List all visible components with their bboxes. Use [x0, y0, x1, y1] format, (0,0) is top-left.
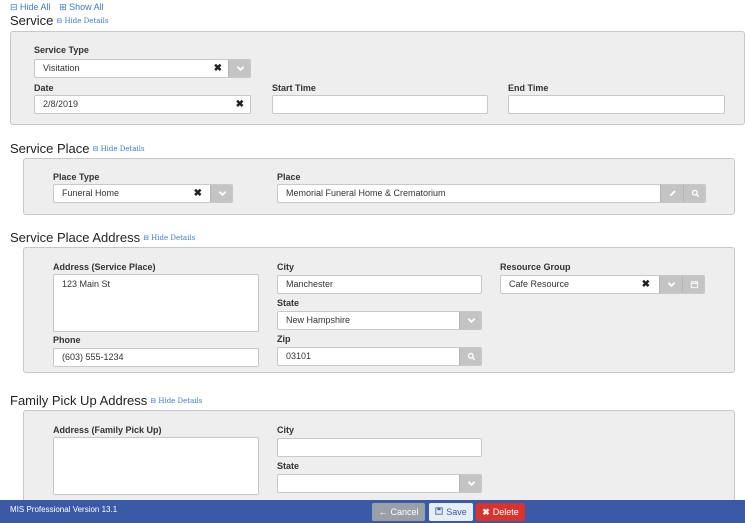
hide-all-link[interactable]: ⊟ Hide All [10, 2, 51, 12]
chevron-down-icon[interactable] [228, 60, 250, 77]
family-state-select[interactable] [277, 474, 482, 493]
end-time-field[interactable] [508, 95, 725, 114]
close-icon: ✖ [482, 506, 490, 517]
address-service-place-field[interactable]: 123 Main St [53, 274, 259, 332]
search-icon[interactable] [459, 348, 481, 365]
delete-button[interactable]: ✖ Delete [476, 503, 525, 521]
family-city-label: City [277, 425, 295, 435]
service-place-hide-details-link[interactable]: ⊟ Hide Details [92, 145, 144, 153]
zip-label: Zip [277, 334, 291, 344]
city-label: City [277, 262, 295, 272]
service-place-address-section-title: Service Place Address ⊟ Hide Details [10, 230, 196, 245]
family-pickup-hide-details-link[interactable]: ⊟ Hide Details [150, 397, 202, 405]
family-pickup-section-title: Family Pick Up Address ⊟ Hide Details [10, 393, 203, 408]
service-panel: Service Type Visitation ✖ Date 2/8/2019 … [10, 31, 745, 125]
address-family-pickup-field[interactable] [53, 437, 259, 495]
service-type-select[interactable]: Visitation ✖ [34, 59, 251, 78]
cancel-button[interactable]: ← Cancel [372, 503, 425, 521]
clear-icon[interactable]: ✖ [642, 276, 650, 293]
service-type-label: Service Type [34, 45, 89, 55]
save-button[interactable]: Save [429, 503, 473, 521]
phone-label: Phone [53, 335, 81, 345]
chevron-down-icon[interactable] [210, 185, 232, 202]
service-hide-details-link[interactable]: ⊟ Hide Details [56, 17, 108, 25]
clear-icon[interactable]: ✖ [236, 96, 244, 113]
family-state-label: State [277, 461, 300, 471]
state-select[interactable]: New Hampshire [277, 311, 482, 330]
family-city-field[interactable] [277, 438, 482, 457]
place-field[interactable]: Memorial Funeral Home & Crematorium [277, 184, 706, 203]
date-label: Date [34, 83, 54, 93]
end-time-label: End Time [508, 83, 549, 93]
service-section-title: Service ⊟ Hide Details [10, 13, 109, 28]
phone-field[interactable]: (603) 555-1234 [53, 348, 259, 367]
zip-field[interactable]: 03101 [277, 347, 482, 366]
top-links: ⊟ Hide All ⊞ Show All [10, 2, 110, 13]
place-type-select[interactable]: Funeral Home ✖ [53, 184, 233, 203]
state-label: State [277, 298, 300, 308]
chevron-down-icon[interactable] [659, 276, 682, 293]
address-family-pickup-label: Address (Family Pick Up) [53, 425, 162, 435]
clear-icon[interactable]: ✖ [214, 60, 222, 77]
start-time-field[interactable] [272, 95, 488, 114]
resource-group-label: Resource Group [500, 262, 571, 272]
clear-icon[interactable]: ✖ [194, 185, 202, 202]
show-all-link[interactable]: ⊞ Show All [59, 2, 104, 12]
service-place-section-title: Service Place ⊟ Hide Details [10, 141, 145, 156]
pencil-icon[interactable] [660, 185, 683, 202]
calendar-icon[interactable] [682, 276, 704, 293]
arrow-left-icon: ← [378, 507, 388, 517]
place-type-label: Place Type [53, 172, 100, 182]
start-time-label: Start Time [272, 83, 316, 93]
date-field[interactable]: 2/8/2019 ✖ [34, 95, 251, 114]
save-icon [435, 507, 443, 517]
footer-bar: MIS Professional Version 13.1 ← Cancel Sa… [0, 500, 745, 523]
address-service-place-label: Address (Service Place) [53, 262, 156, 272]
search-icon[interactable] [683, 185, 705, 202]
city-field[interactable]: Manchester [277, 275, 482, 294]
service-place-panel: Place Type Funeral Home ✖ Place Memorial… [23, 158, 735, 215]
service-place-address-panel: Address (Service Place) 123 Main St Phon… [23, 247, 735, 373]
version-text: MIS Professional Version 13.1 [10, 505, 118, 514]
service-place-address-hide-details-link[interactable]: ⊟ Hide Details [143, 234, 195, 242]
family-pickup-panel: Address (Family Pick Up) City State [23, 410, 735, 502]
resource-group-select[interactable]: Cafe Resource ✖ [500, 275, 705, 294]
chevron-down-icon[interactable] [459, 312, 481, 329]
chevron-down-icon[interactable] [459, 475, 481, 492]
place-label: Place [277, 172, 301, 182]
